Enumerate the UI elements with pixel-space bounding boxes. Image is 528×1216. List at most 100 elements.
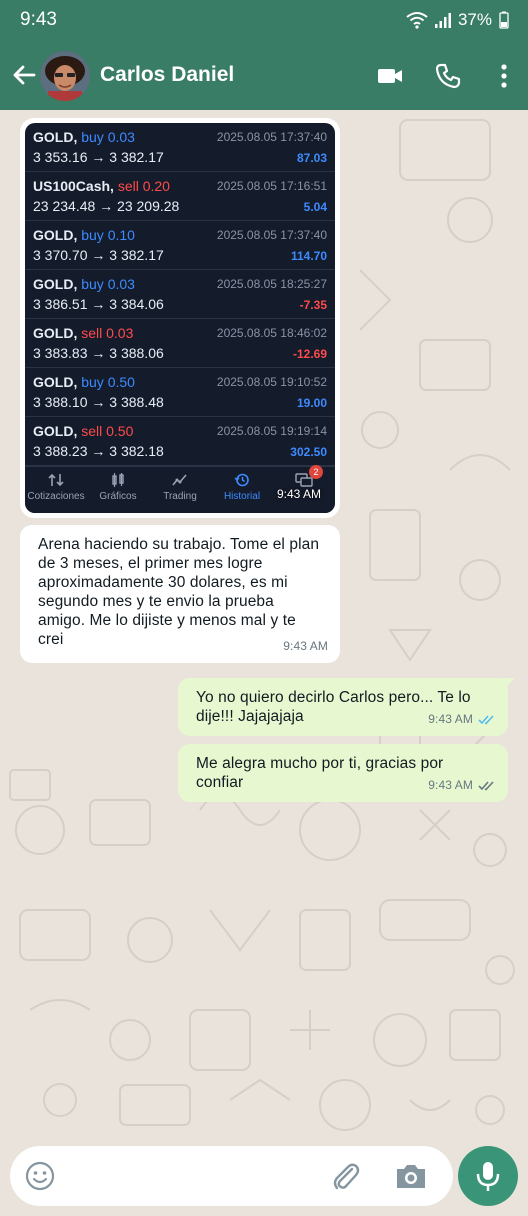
trade-side: buy 0.50 bbox=[81, 374, 135, 390]
tab-history: Historial bbox=[211, 473, 273, 502]
trade-profit: 302.50 bbox=[290, 445, 327, 459]
tab-quotes: Cotizaciones bbox=[25, 473, 87, 502]
trade-prices: 3 386.51 → 3 384.06 bbox=[33, 296, 164, 312]
quotes-icon bbox=[48, 473, 64, 487]
trade-symbol: US100Cash, sell 0.20 bbox=[33, 178, 170, 194]
incoming-message[interactable]: Arena haciendo su trabajo. Tome el plan … bbox=[20, 525, 340, 663]
trade-symbol: GOLD, buy 0.03 bbox=[33, 276, 135, 292]
trade-prices: 3 388.10 → 3 388.48 bbox=[33, 394, 164, 410]
trade-profit: -7.35 bbox=[299, 298, 327, 312]
status-bar: 9:43 37% bbox=[0, 0, 528, 40]
wifi-icon bbox=[406, 12, 428, 29]
trade-side: buy 0.03 bbox=[81, 129, 135, 145]
video-call-icon[interactable] bbox=[376, 62, 404, 90]
trade-row: GOLD, sell 0.50 3 388.23 → 3 382.18 2025.0… bbox=[25, 417, 335, 466]
tab-charts: Gráficos bbox=[87, 473, 149, 502]
symbol-text: GOLD, bbox=[33, 227, 78, 243]
trade-prices: 3 370.70 → 3 382.17 bbox=[33, 247, 164, 263]
delivered-ticks-icon bbox=[478, 781, 494, 791]
trade-profit: 19.00 bbox=[296, 396, 327, 410]
trade-side: buy 0.03 bbox=[81, 276, 135, 292]
history-icon bbox=[234, 473, 249, 487]
message-text: Arena haciendo su trabajo. Tome el plan … bbox=[38, 536, 320, 648]
tab-label: Cotizaciones bbox=[27, 491, 85, 502]
trading-icon bbox=[172, 474, 187, 486]
trade-side: sell 0.50 bbox=[81, 423, 134, 439]
trade-time: 2025.08.05 19:10:52 bbox=[216, 375, 327, 389]
trade-row: GOLD, buy 0.03 3 353.16 → 3 382.17 2025.08… bbox=[25, 123, 335, 172]
message-timestamp: 9:43 AM bbox=[428, 776, 496, 795]
status-indicators: 37% bbox=[406, 10, 510, 30]
trade-side: sell 0.03 bbox=[81, 325, 134, 341]
attach-icon[interactable] bbox=[328, 1158, 364, 1194]
trade-row: GOLD, sell 0.03 3 383.83 → 3 388.06 2025.0… bbox=[25, 319, 335, 368]
outgoing-message[interactable]: Yo no quiero decirlo Carlos pero... Te l… bbox=[178, 678, 515, 736]
trade-prices: 23 234.48 → 23 209.28 bbox=[33, 198, 180, 214]
trade-row: GOLD, buy 0.50 3 388.10 → 3 388.48 2025.08… bbox=[25, 368, 335, 417]
time-text: 9:43 AM bbox=[428, 712, 473, 726]
symbol-text: US100Cash, bbox=[33, 178, 114, 194]
time-text: 9:43 AM bbox=[428, 778, 473, 792]
message-input[interactable] bbox=[72, 1160, 322, 1190]
trade-profit: 5.04 bbox=[303, 200, 327, 214]
battery-percent: 37% bbox=[457, 10, 492, 29]
trade-symbol: GOLD, sell 0.03 bbox=[33, 325, 133, 341]
symbol-text: GOLD, bbox=[33, 129, 78, 145]
trade-time: 2025.08.05 19:19:14 bbox=[216, 424, 327, 438]
tab-label: Trading bbox=[163, 491, 197, 502]
symbol-text: GOLD, bbox=[33, 423, 78, 439]
trade-time: 2025.08.05 18:25:27 bbox=[216, 277, 327, 291]
charts-icon bbox=[112, 473, 124, 487]
trade-prices: 3 388.23 → 3 382.18 bbox=[33, 443, 164, 459]
trade-prices: 3 353.16 → 3 382.17 bbox=[33, 149, 164, 165]
message-timestamp: 9:43 AM bbox=[283, 637, 328, 656]
tab-label: Gráficos bbox=[99, 491, 137, 502]
trade-side: buy 0.10 bbox=[81, 227, 135, 243]
trade-prices: 3 383.83 → 3 388.06 bbox=[33, 345, 164, 361]
battery-icon bbox=[499, 11, 509, 29]
trade-time: 2025.08.05 17:37:40 bbox=[216, 130, 327, 144]
bubble-tail bbox=[501, 678, 515, 692]
more-options-icon[interactable] bbox=[490, 62, 518, 90]
trade-symbol: GOLD, sell 0.50 bbox=[33, 423, 133, 439]
chat-header: Carlos Daniel bbox=[0, 40, 528, 110]
phone-call-icon[interactable] bbox=[434, 62, 462, 90]
message-timestamp: 9:43 AM bbox=[428, 710, 496, 729]
outgoing-message[interactable]: Me alegra mucho por ti, gracias por conf… bbox=[178, 744, 508, 802]
trade-side: sell 0.20 bbox=[117, 178, 170, 194]
trade-profit: 87.03 bbox=[296, 151, 327, 165]
read-ticks-icon bbox=[478, 715, 494, 725]
notification-badge: 2 bbox=[309, 465, 323, 479]
microphone-icon bbox=[476, 1162, 500, 1191]
symbol-text: GOLD, bbox=[33, 276, 78, 292]
symbol-text: GOLD, bbox=[33, 325, 78, 341]
voice-record-button[interactable] bbox=[458, 1146, 518, 1206]
status-time: 9:43 bbox=[20, 9, 57, 30]
trade-symbol: GOLD, buy 0.10 bbox=[33, 227, 135, 243]
image-timestamp: 9:43 AM bbox=[276, 487, 321, 501]
trade-row: US100Cash, sell 0.20 23 234.48 → 23 209.2… bbox=[25, 172, 335, 221]
trade-profit: 114.70 bbox=[290, 249, 327, 263]
trade-symbol: GOLD, buy 0.03 bbox=[33, 129, 135, 145]
back-arrow-icon[interactable] bbox=[10, 60, 38, 90]
emoji-icon[interactable] bbox=[24, 1160, 56, 1192]
symbol-text: GOLD, bbox=[33, 374, 78, 390]
trade-symbol: GOLD, buy 0.50 bbox=[33, 374, 135, 390]
time-text: 9:43 AM bbox=[283, 639, 328, 653]
tab-trading: Trading bbox=[149, 473, 211, 502]
message-text: Me alegra mucho por ti, gracias por conf… bbox=[196, 755, 444, 791]
message-composer bbox=[10, 1146, 453, 1206]
contact-name[interactable]: Carlos Daniel bbox=[100, 63, 234, 87]
trade-profit: -12.69 bbox=[292, 347, 327, 361]
camera-icon[interactable] bbox=[394, 1160, 428, 1192]
trade-history-image[interactable]: GOLD, sell 0.50 3 388.23 → 3 382.18 2025.0… bbox=[25, 123, 335, 513]
image-message[interactable]: GOLD, sell 0.50 3 388.23 → 3 382.18 2025.0… bbox=[20, 118, 340, 518]
trade-time: 2025.08.05 17:16:51 bbox=[216, 179, 327, 193]
avatar[interactable] bbox=[40, 51, 90, 101]
trade-time: 2025.08.05 17:37:40 bbox=[216, 228, 327, 242]
tab-label: Historial bbox=[223, 491, 261, 502]
trade-row: GOLD, buy 0.10 3 370.70 → 3 382.17 2025.08… bbox=[25, 221, 335, 270]
trade-row: GOLD, buy 0.03 3 386.51 → 3 384.06 2025.08… bbox=[25, 270, 335, 319]
signal-icon bbox=[434, 13, 451, 28]
trade-time: 2025.08.05 18:46:02 bbox=[216, 326, 327, 340]
